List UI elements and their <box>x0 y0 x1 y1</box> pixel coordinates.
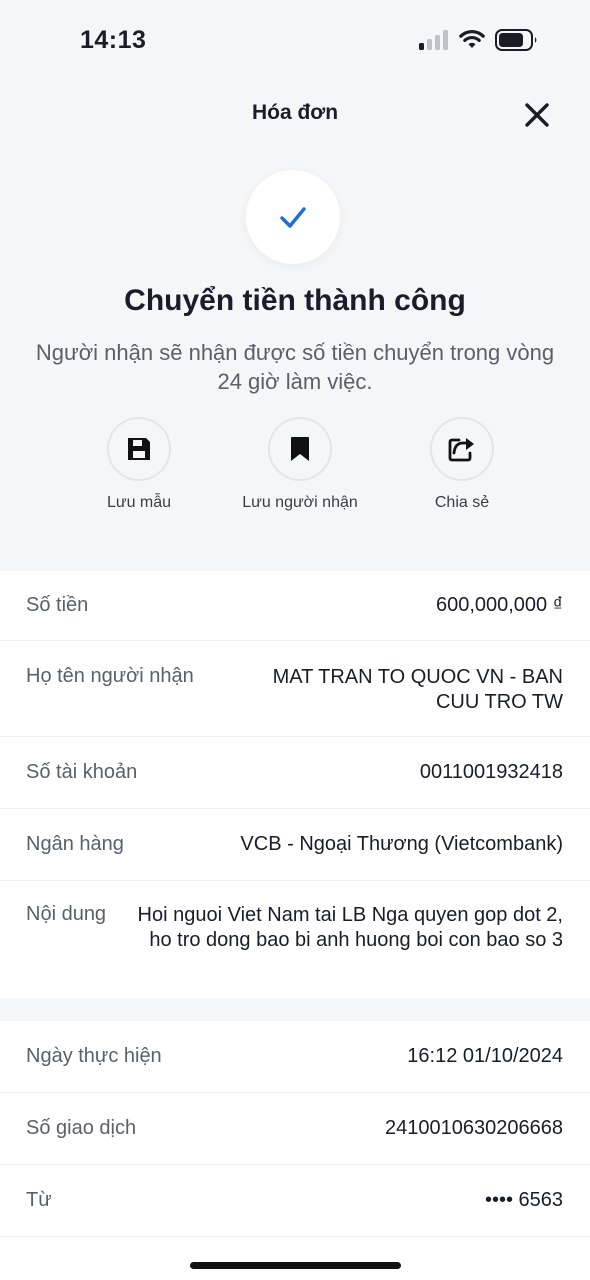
detail-key: Số tiền <box>26 594 89 616</box>
detail-key: Số giao dịch <box>26 1117 137 1139</box>
detail-row-source-account: Từ •••• 6563 <box>0 1165 590 1237</box>
detail-row-account-number: Số tài khoản 0011001932418 <box>0 737 590 809</box>
detail-value: 600,000,000 ₫ <box>435 594 563 616</box>
detail-row-bank: Ngân hàng VCB - Ngoại Thương (Vietcomban… <box>0 809 590 881</box>
save-icon <box>107 417 171 481</box>
save-recipient-label: Lưu người nhận <box>242 494 358 511</box>
detail-row-recipient-name: Họ tên người nhận MAT TRAN TO QUOC VN - … <box>0 641 590 737</box>
detail-value: •••• 6563 <box>484 1189 563 1211</box>
save-template-button[interactable]: Lưu mẫu <box>54 417 224 512</box>
share-icon <box>430 417 494 481</box>
success-title: Chuyển tiền thành công <box>124 284 466 317</box>
detail-row-amount: Số tiền 600,000,000 ₫ <box>0 571 590 641</box>
status-time: 14:13 <box>80 26 147 54</box>
detail-key: Ngân hàng <box>26 833 124 855</box>
battery-icon <box>495 29 537 51</box>
share-button[interactable]: Chia sẻ <box>377 417 547 512</box>
transaction-info-card: Ngày thực hiện 16:12 01/10/2024 Số giao … <box>0 1021 590 1280</box>
detail-value: 2410010630206668 <box>385 1117 563 1139</box>
transfer-details-card: Số tiền 600,000,000 ₫ Họ tên người nhận … <box>0 571 590 998</box>
bookmark-icon <box>268 417 332 481</box>
page-title: Hóa đơn <box>251 101 339 124</box>
success-subtitle: Người nhận sẽ nhận được số tiền chuyển t… <box>35 340 555 394</box>
detail-row-transaction-id: Số giao dịch 2410010630206668 <box>0 1093 590 1165</box>
detail-value: VCB - Ngoại Thương (Vietcombank) <box>240 833 563 855</box>
detail-key: Nội dung <box>26 903 107 925</box>
home-indicator[interactable] <box>190 1262 401 1269</box>
detail-value: 0011001932418 <box>419 761 563 783</box>
wifi-icon <box>459 30 485 48</box>
cellular-signal-icon <box>419 30 449 50</box>
save-template-label: Lưu mẫu <box>106 494 172 511</box>
detail-key: Họ tên người nhận <box>26 665 194 687</box>
share-label: Chia sẻ <box>434 494 490 511</box>
detail-row-date: Ngày thực hiện 16:12 01/10/2024 <box>0 1021 590 1093</box>
detail-value: 16:12 01/10/2024 <box>407 1045 563 1067</box>
save-recipient-button[interactable]: Lưu người nhận <box>215 417 385 512</box>
detail-value: Hoi nguoi Viet Nam tai LB Nga quyen gop … <box>137 904 563 951</box>
status-bar: 14:13 <box>0 0 590 80</box>
close-icon[interactable] <box>520 98 554 132</box>
detail-key: Số tài khoản <box>26 761 138 783</box>
detail-row-content: Nội dung Hoi nguoi Viet Nam tai LB Nga q… <box>0 881 590 998</box>
detail-value: MAT TRAN TO QUOC VN - BAN CUU TRO TW <box>272 666 563 713</box>
success-check-badge <box>246 170 340 264</box>
check-icon <box>280 207 306 228</box>
detail-key: Từ <box>26 1189 52 1211</box>
detail-key: Ngày thực hiện <box>26 1045 162 1067</box>
